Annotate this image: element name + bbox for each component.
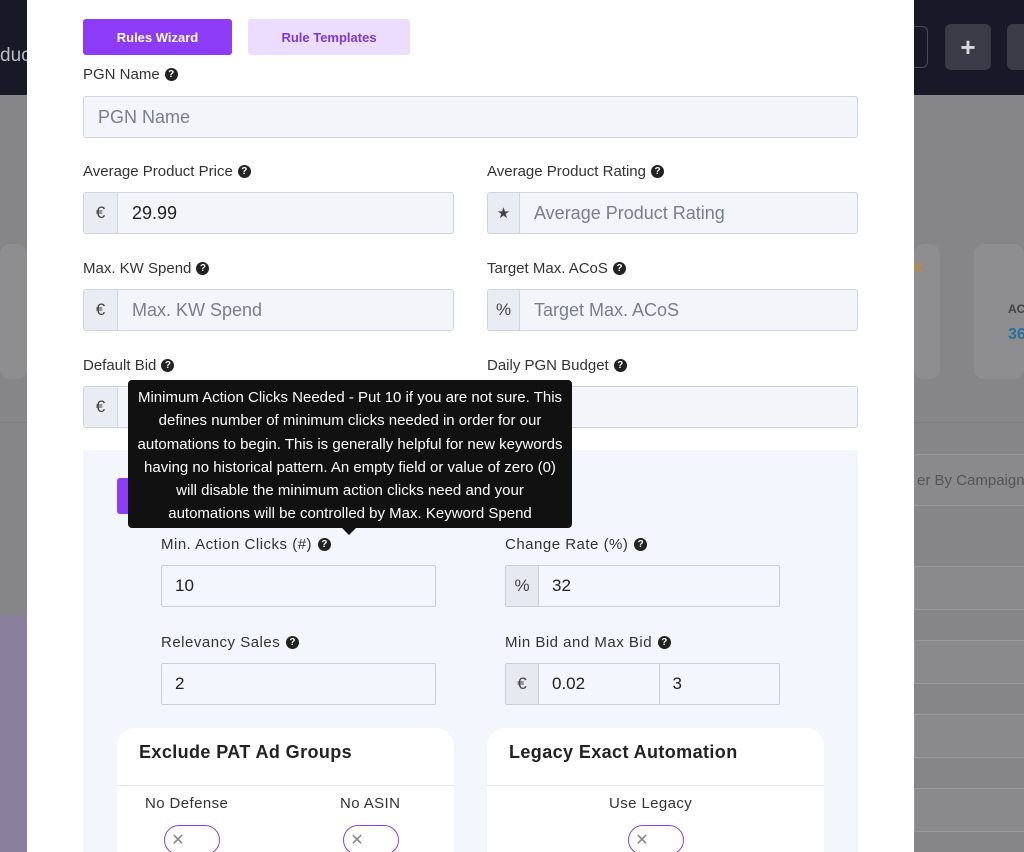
euro-icon: € — [84, 193, 118, 233]
use-legacy-label: Use Legacy — [609, 795, 693, 812]
avg-price-label-text: Average Product Price — [83, 163, 233, 180]
max-kw-spend-label-text: Max. KW Spend — [83, 260, 192, 277]
default-bid-label-text: Default Bid — [83, 357, 157, 374]
help-icon[interactable]: ? — [651, 165, 664, 178]
rules-wizard-tab[interactable]: Rules Wizard — [83, 19, 232, 55]
euro-icon: € — [506, 664, 539, 704]
close-icon: ✕ — [635, 832, 649, 849]
background-stat-card — [0, 244, 27, 379]
help-icon[interactable]: ? — [658, 636, 672, 649]
help-icon[interactable]: ? — [196, 262, 210, 275]
change-rate-label: Change Rate (%) ? — [505, 536, 648, 553]
help-icon[interactable]: ? — [612, 262, 626, 275]
no-defense-toggle[interactable]: ✕ — [164, 825, 220, 852]
background-chart-fragment — [0, 615, 27, 852]
star-icon: ★ — [488, 193, 520, 233]
daily-budget-label-text: Daily PGN Budget — [487, 357, 609, 374]
exclude-pat-card: Exclude PAT Ad Groups No Defense ✕ No AS… — [117, 728, 454, 852]
max-kw-spend-placeholder: Max. KW Spend — [132, 299, 263, 320]
euro-icon: € — [84, 387, 118, 427]
background-filter-placeholder: er By Campaign — [917, 472, 1024, 489]
background-topbar-field-edge — [914, 26, 928, 68]
avg-price-input[interactable]: € 29.99 — [83, 192, 454, 234]
no-asin-label: No ASIN — [340, 795, 401, 812]
min-bid-input[interactable]: 0.02 — [539, 674, 659, 694]
target-acos-placeholder: Target Max. ACoS — [534, 299, 680, 320]
max-kw-spend-label: Max. KW Spend ? — [83, 260, 210, 277]
help-icon[interactable]: ? — [237, 165, 251, 178]
pgn-name-label-text: PGN Name — [83, 66, 160, 83]
relevancy-sales-value: 2 — [175, 674, 185, 693]
avg-rating-label-text: Average Product Rating — [487, 163, 646, 180]
percent-icon: % — [488, 290, 520, 330]
avg-price-label: Average Product Price ? — [83, 163, 251, 180]
min-action-clicks-label: Min. Action Clicks (#) ? — [161, 536, 332, 553]
help-icon[interactable]: ? — [286, 636, 300, 649]
max-bid-input[interactable]: 3 — [658, 664, 780, 704]
relevancy-sales-input[interactable]: 2 — [161, 663, 436, 705]
exclude-pat-title: Exclude PAT Ad Groups — [139, 742, 353, 762]
background-table-row — [914, 714, 1024, 758]
pgn-name-label: PGN Name ? — [83, 66, 178, 83]
relevancy-sales-label-text: Relevancy Sales — [161, 634, 281, 651]
relevancy-sales-label: Relevancy Sales ? — [161, 634, 300, 651]
min-action-clicks-input[interactable]: 10 — [161, 565, 436, 607]
legacy-exact-card: Legacy Exact Automation Use Legacy ✕ — [487, 728, 824, 852]
min-max-bid-input-group: € 0.02 3 — [505, 663, 780, 705]
use-legacy-toggle[interactable]: ✕ — [628, 825, 684, 852]
target-acos-label: Target Max. ACoS ? — [487, 260, 626, 277]
background-table-row — [914, 788, 1024, 832]
percent-icon: % — [506, 566, 539, 606]
change-rate-value: 32 — [552, 576, 571, 595]
close-icon: ✕ — [350, 832, 364, 849]
close-icon: ✕ — [171, 832, 185, 849]
pgn-name-placeholder: PGN Name — [98, 106, 191, 127]
min-action-clicks-tooltip: Minimum Action Clicks Needed - Put 10 if… — [128, 380, 572, 528]
euro-icon: € — [84, 290, 118, 330]
rule-templates-tab[interactable]: Rule Templates — [248, 19, 410, 55]
tooltip-arrow — [342, 528, 356, 535]
min-action-clicks-value: 10 — [175, 576, 194, 595]
help-icon[interactable]: ? — [318, 538, 332, 551]
avg-rating-placeholder: Average Product Rating — [534, 202, 725, 223]
avg-rating-input[interactable]: ★ Average Product Rating — [487, 192, 858, 234]
no-defense-label: No Defense — [145, 795, 229, 812]
avg-rating-label: Average Product Rating ? — [487, 163, 664, 180]
card-divider — [117, 785, 454, 786]
help-icon[interactable]: ? — [161, 359, 175, 372]
background-table-row — [914, 566, 1024, 610]
min-max-bid-label: Min Bid and Max Bid ? — [505, 634, 672, 651]
background-table-row — [914, 640, 1024, 684]
background-filter-input[interactable]: er By Campaign — [912, 454, 1024, 506]
avg-price-value: 29.99 — [132, 202, 178, 223]
legacy-exact-title: Legacy Exact Automation — [509, 742, 738, 762]
default-bid-label: Default Bid ? — [83, 357, 175, 374]
target-acos-input[interactable]: % Target Max. ACoS — [487, 289, 858, 331]
help-icon[interactable]: ? — [613, 359, 627, 372]
min-action-clicks-label-text: Min. Action Clicks (#) — [161, 536, 313, 553]
min-max-bid-label-text: Min Bid and Max Bid — [505, 634, 653, 651]
help-icon[interactable]: ? — [634, 538, 648, 551]
no-asin-toggle[interactable]: ✕ — [343, 825, 399, 852]
change-rate-label-text: Change Rate (%) — [505, 536, 629, 553]
card-divider — [487, 785, 824, 786]
pgn-name-input[interactable]: PGN Name — [83, 96, 858, 138]
help-icon[interactable]: ? — [164, 68, 178, 81]
background-acos-value: 36 — [1008, 326, 1024, 343]
target-acos-label-text: Target Max. ACoS — [487, 260, 608, 277]
background-acos-label: AC — [1008, 302, 1024, 316]
max-kw-spend-input[interactable]: € Max. KW Spend — [83, 289, 454, 331]
background-add-button[interactable]: + — [945, 24, 991, 70]
daily-budget-label: Daily PGN Budget ? — [487, 357, 627, 374]
background-calendar-button[interactable] — [1007, 24, 1024, 70]
change-rate-input[interactable]: % 32 — [505, 565, 780, 607]
